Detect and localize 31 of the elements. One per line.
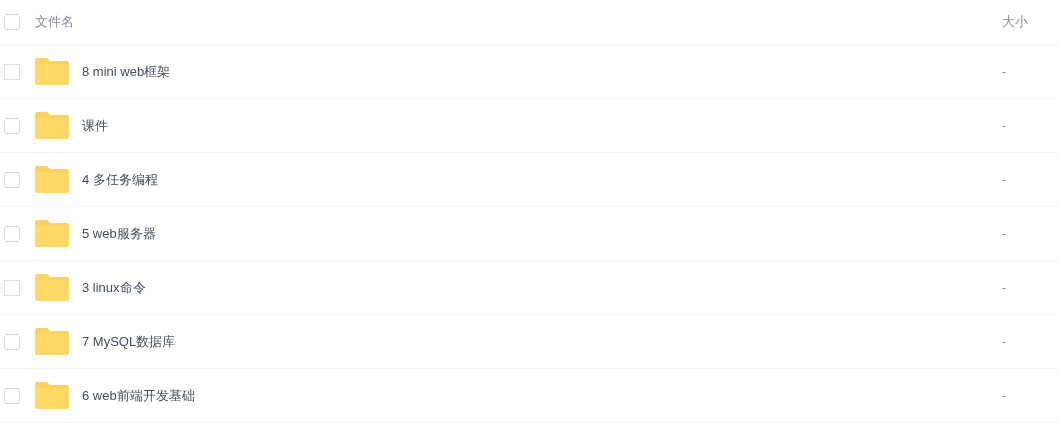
folder-icon [35, 58, 69, 85]
column-header[interactable]: 文件名 [35, 12, 1002, 32]
folder-icon [35, 166, 69, 193]
folder-name[interactable]: 3 linux命令 [82, 277, 1002, 298]
checkbox[interactable] [4, 387, 20, 404]
file-size: - [1002, 116, 1008, 135]
folder-icon [35, 382, 69, 409]
checkbox[interactable] [4, 117, 20, 134]
folder-icon [35, 112, 69, 139]
file-size: - [1002, 278, 1008, 297]
folder-name[interactable]: 课件 [82, 115, 1002, 136]
checkbox[interactable] [4, 63, 20, 80]
file-size: - [1002, 170, 1008, 189]
checkbox[interactable] [4, 14, 20, 30]
folder-name[interactable]: 5 web服务器 [82, 223, 1002, 244]
file-size: - [1002, 386, 1008, 405]
file-size: - [1002, 332, 1008, 351]
folder-name[interactable]: 7 MySQL数据库 [82, 331, 1002, 352]
folder-name[interactable]: 4 多任务编程 [82, 169, 1002, 190]
folder-name[interactable]: 8 mini web框架 [82, 61, 1002, 82]
file-size: - [1002, 62, 1008, 81]
checkbox[interactable] [4, 333, 20, 350]
folder-icon [35, 220, 69, 247]
column-header[interactable]: 大小 [1002, 12, 1058, 32]
folder-icon [35, 274, 69, 301]
checkbox[interactable] [4, 225, 20, 242]
checkbox[interactable] [4, 279, 20, 296]
folder-icon [35, 328, 69, 355]
file-size: - [1002, 224, 1008, 243]
folder-name[interactable]: 6 web前端开发基础 [82, 385, 1002, 406]
checkbox[interactable] [4, 171, 20, 188]
